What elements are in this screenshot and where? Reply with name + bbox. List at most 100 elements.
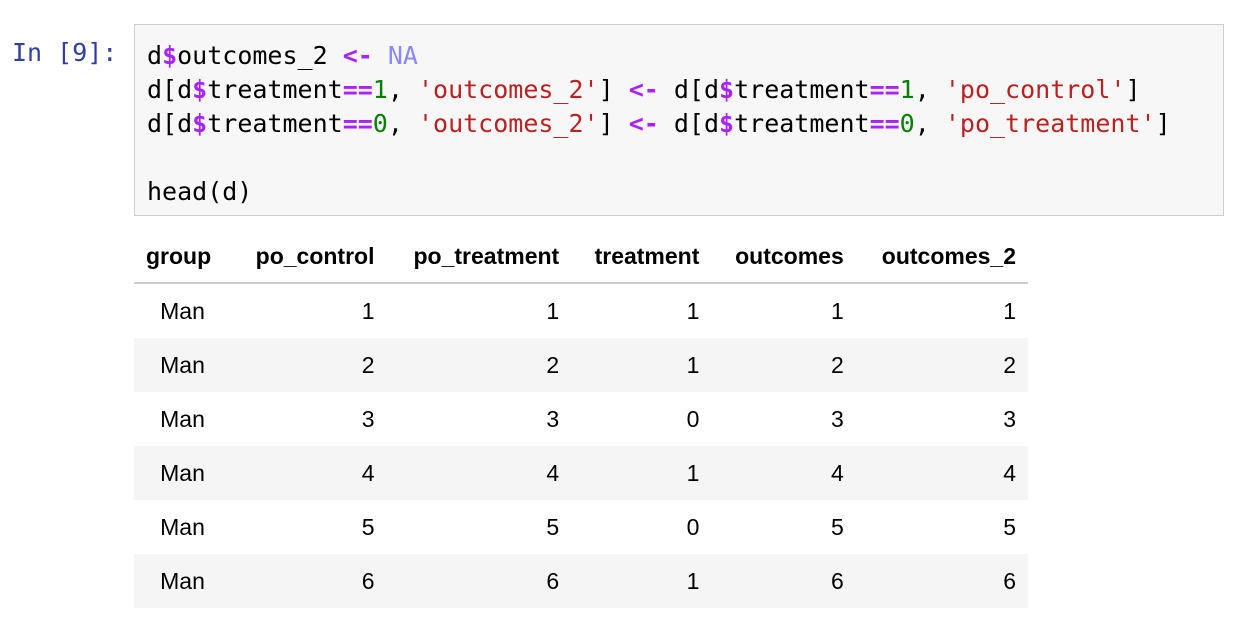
table-cell: 1 xyxy=(361,297,375,324)
code-token: d[d xyxy=(147,75,193,104)
table-row: Man 2 2 1 2 2 xyxy=(134,338,1028,392)
code-token: treatment xyxy=(734,75,870,104)
code-token: treatment xyxy=(207,109,343,138)
table-cell: Man xyxy=(160,513,205,540)
code-token: d[d xyxy=(658,75,720,104)
table-row: Man 4 4 1 4 4 xyxy=(134,446,1028,500)
table-cell: 6 xyxy=(1003,567,1016,594)
code-token: outcomes_2 xyxy=(177,41,343,70)
table-cell: 2 xyxy=(361,351,375,378)
table-cell: 4 xyxy=(361,459,375,486)
input-prompt: In [9]: xyxy=(12,38,118,67)
table-cell: 1 xyxy=(686,567,700,594)
code-token: $ xyxy=(192,109,208,138)
table-cell: 4 xyxy=(546,459,560,486)
code-token: d xyxy=(147,41,163,70)
column-header-po-control: po_control xyxy=(231,230,387,284)
code-token: 1 xyxy=(899,75,915,104)
table-cell: 3 xyxy=(546,405,560,432)
code-token: ] xyxy=(598,109,629,138)
table-cell: 1 xyxy=(686,459,700,486)
code-token: treatment xyxy=(734,109,870,138)
code-token: $ xyxy=(719,75,735,104)
code-token: 1 xyxy=(372,75,388,104)
code-input-area[interactable]: d$outcomes_2 <- NA d[d$treatment==1, 'out… xyxy=(134,24,1224,216)
table-cell: 1 xyxy=(1003,297,1016,324)
table-cell: Man xyxy=(160,405,205,432)
code-token: ] xyxy=(1125,75,1141,104)
code-token: head(d) xyxy=(147,177,253,206)
output-dataframe-table: group po_control po_treatment treatment outc… xyxy=(134,230,1028,608)
column-header-group: group xyxy=(134,230,232,284)
table-cell: 1 xyxy=(686,297,700,324)
table-cell: 2 xyxy=(546,351,560,378)
table-cell: 5 xyxy=(361,513,375,540)
code-token: d[d xyxy=(658,109,720,138)
code-token: <- xyxy=(628,109,659,138)
code-token: == xyxy=(342,109,373,138)
table-cell: 1 xyxy=(546,297,560,324)
code-line: d[d$treatment==0, 'outcomes_2'] <- d[d$t… xyxy=(147,107,1171,141)
table-cell: 0 xyxy=(686,405,700,432)
code-line: d[d$treatment==1, 'outcomes_2'] <- d[d$t… xyxy=(147,73,1171,107)
table-cell: 2 xyxy=(830,351,844,378)
table-cell: Man xyxy=(160,297,205,324)
code-token: , xyxy=(914,75,945,104)
code-token: == xyxy=(342,75,373,104)
table-row: Man 1 1 1 1 1 xyxy=(134,283,1028,338)
table-cell: 6 xyxy=(830,567,844,594)
code-token: $ xyxy=(719,109,735,138)
table-cell: 6 xyxy=(546,567,560,594)
code-token: ] xyxy=(598,75,629,104)
table-row: Man 5 5 0 5 5 xyxy=(134,500,1028,554)
column-header-outcomes: outcomes xyxy=(711,230,856,284)
code-token: , xyxy=(914,109,945,138)
table-cell: 0 xyxy=(686,513,700,540)
table-header-row: group po_control po_treatment treatment outc… xyxy=(134,230,1028,284)
code-line: head(d) xyxy=(147,175,1171,209)
column-header-po-treatment: po_treatment xyxy=(386,230,572,284)
table-cell: 5 xyxy=(830,513,844,540)
code-token: NA xyxy=(387,41,418,70)
column-header-treatment: treatment xyxy=(571,230,712,284)
code-token: 0 xyxy=(899,109,915,138)
code-token: == xyxy=(869,75,900,104)
code-token: 'po_treatment' xyxy=(944,109,1156,138)
table-cell: 3 xyxy=(1003,405,1016,432)
code-token: $ xyxy=(162,41,178,70)
code-token: , xyxy=(387,75,418,104)
code-token: 'outcomes_2' xyxy=(417,75,599,104)
table-cell: 4 xyxy=(830,459,844,486)
code-line: d$outcomes_2 <- NA xyxy=(147,39,1171,73)
table-row: Man 6 6 1 6 6 xyxy=(134,554,1028,608)
code-token: treatment xyxy=(207,75,343,104)
column-header-outcomes-2: outcomes_2 xyxy=(855,230,1028,284)
code-token: 0 xyxy=(372,109,388,138)
code-token: 'po_control' xyxy=(944,75,1126,104)
code-token: ] xyxy=(1155,109,1171,138)
code-token: 'outcomes_2' xyxy=(417,109,599,138)
code-token: $ xyxy=(192,75,208,104)
table-cell: 4 xyxy=(1003,459,1016,486)
code-token: d[d xyxy=(147,109,193,138)
table-row: Man 3 3 0 3 3 xyxy=(134,392,1028,446)
table-cell: 5 xyxy=(1003,513,1016,540)
table-cell: 6 xyxy=(361,567,375,594)
table-cell: 2 xyxy=(1003,351,1016,378)
table-cell: 3 xyxy=(830,405,844,432)
code-editor[interactable]: d$outcomes_2 <- NA d[d$treatment==1, 'out… xyxy=(147,39,1171,209)
table-cell: 3 xyxy=(361,405,375,432)
code-token: <- xyxy=(628,75,659,104)
table-cell: 1 xyxy=(830,297,844,324)
code-token: , xyxy=(387,109,418,138)
table-cell: Man xyxy=(160,351,205,378)
code-token: == xyxy=(869,109,900,138)
table-cell: 1 xyxy=(686,351,700,378)
table-body: Man 1 1 1 1 1 Man 2 2 1 2 2 Man 3 3 0 3 3 Man 4 4 1 4 4 Man 5 5 0 5 5… xyxy=(134,283,1028,608)
table-cell: 5 xyxy=(546,513,560,540)
code-token: <- xyxy=(342,41,373,70)
table-cell: Man xyxy=(160,459,205,486)
table-cell: Man xyxy=(160,567,205,594)
